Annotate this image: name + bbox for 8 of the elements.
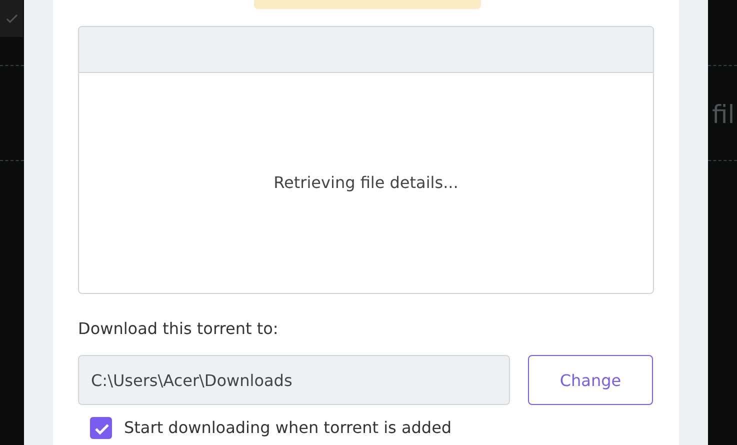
destination-label: Download this torrent to: [78,319,280,338]
checkbox-label: Start downloading when torrent is added [124,418,452,438]
loading-message: Retrieving file details... [274,172,458,192]
checkbox[interactable] [90,417,112,439]
change-button[interactable]: Change [528,355,653,405]
background-text: fil [712,100,735,129]
check-icon [6,14,18,24]
path-field[interactable]: C:\Users\Acer\Downloads [78,355,510,405]
